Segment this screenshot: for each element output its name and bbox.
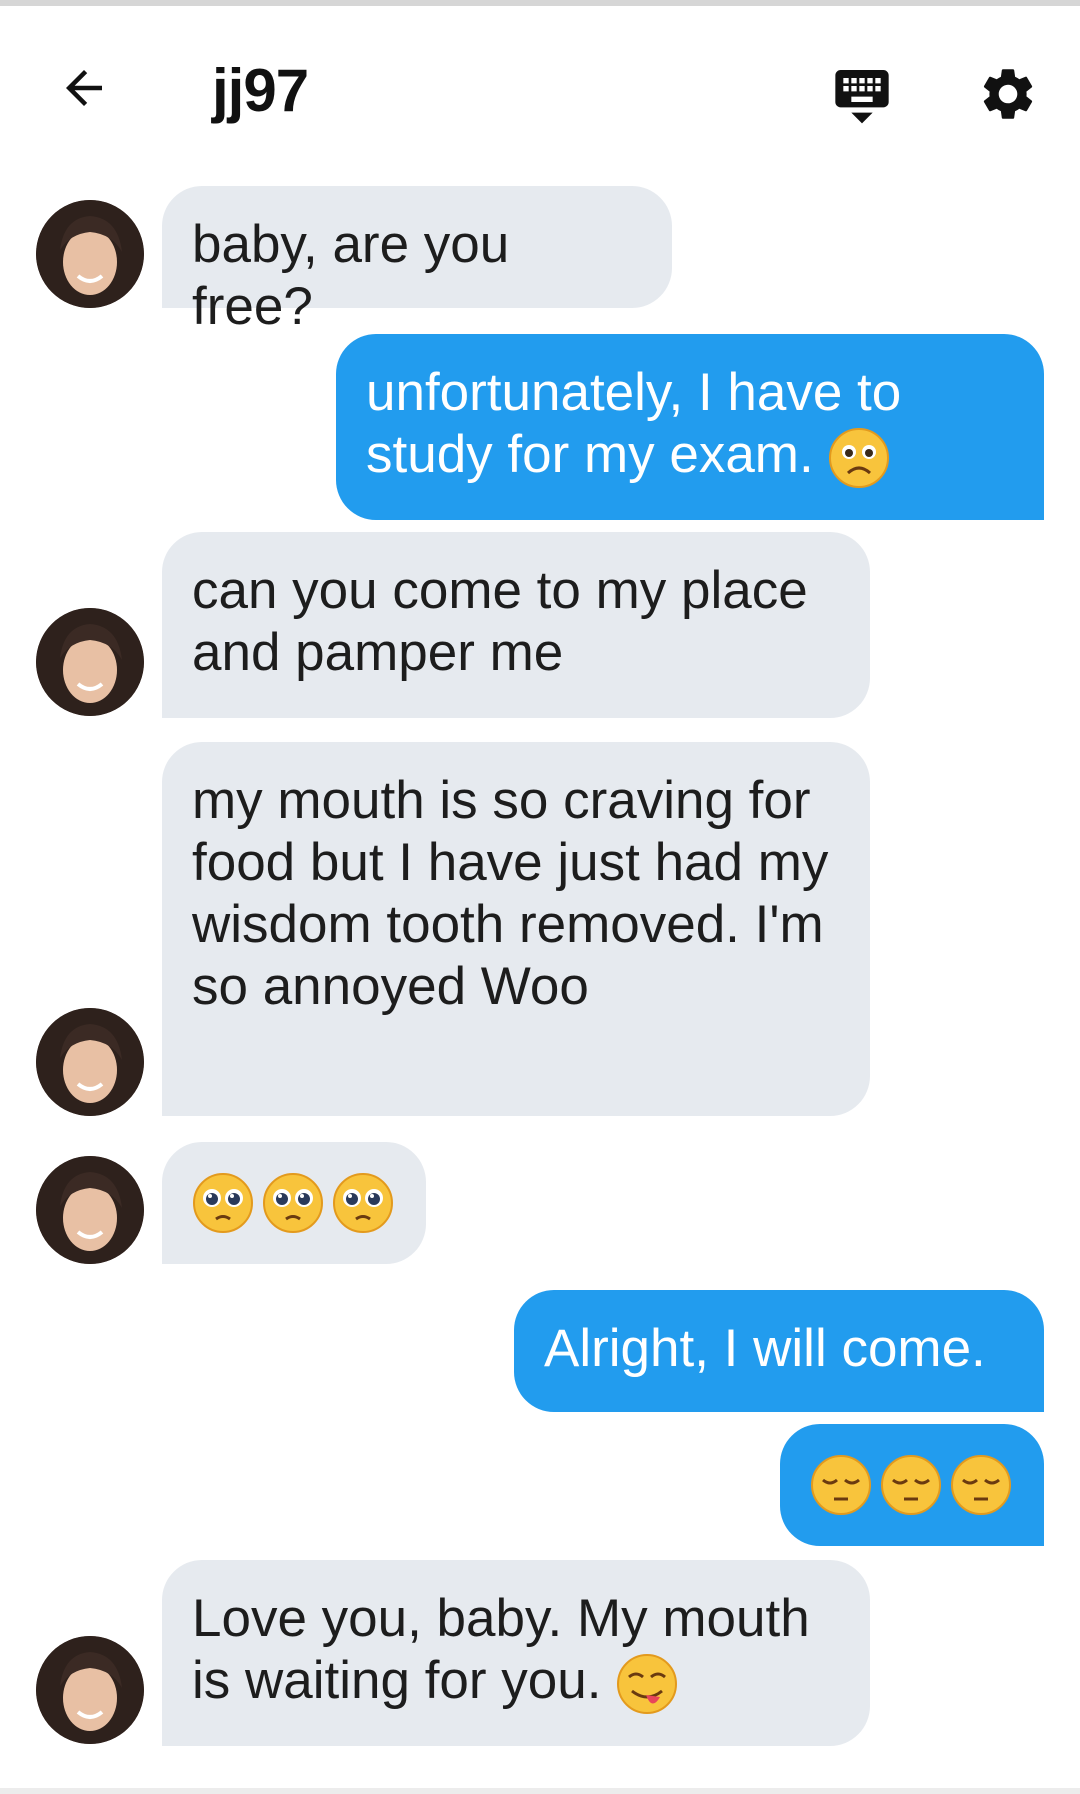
message-bubble-incoming[interactable] [162, 1142, 426, 1264]
chat-title[interactable]: jj97 [212, 56, 309, 126]
message-bubble-incoming[interactable]: baby, are you free? [162, 186, 672, 336]
chat-header: jj97 [0, 6, 1080, 176]
message-bubble-outgoing[interactable]: Alright, I will come. [514, 1290, 1044, 1412]
gear-icon [983, 69, 1033, 119]
pleading-face-emoji-icon [332, 1172, 394, 1234]
back-button[interactable] [52, 56, 116, 120]
pensive-face-emoji-icon [880, 1454, 942, 1516]
sender-avatar[interactable] [36, 1156, 144, 1264]
sender-avatar[interactable] [36, 1008, 144, 1116]
pensive-face-emoji-icon [810, 1454, 872, 1516]
savoring-food-emoji-icon [616, 1653, 678, 1715]
sender-avatar[interactable] [36, 1636, 144, 1744]
pleading-face-emoji-icon [192, 1172, 254, 1234]
message-bubble-outgoing[interactable] [780, 1424, 1044, 1546]
keyboard-toggle-button[interactable] [828, 60, 896, 128]
pensive-face-emoji-icon [950, 1454, 1012, 1516]
avatar-photo-icon [36, 1008, 144, 1116]
arrow-left-icon [66, 70, 102, 106]
frowning-face-emoji-icon [828, 427, 890, 489]
pleading-face-emoji-icon [262, 1172, 324, 1234]
message-text: baby, are you free? [192, 215, 510, 336]
message-text: can you come to my place and pamper me [192, 561, 808, 682]
settings-button[interactable] [974, 60, 1042, 128]
message-bubble-incoming[interactable]: my mouth is so craving for food but I ha… [162, 742, 870, 1116]
keyboard-hide-icon [835, 70, 889, 124]
message-text: Alright, I will come. [544, 1319, 986, 1378]
message-bubble-outgoing[interactable]: unfortunately, I have to study for my ex… [336, 334, 1044, 520]
message-bubble-incoming[interactable]: can you come to my place and pamper me [162, 532, 870, 718]
avatar-photo-icon [36, 1156, 144, 1264]
message-text: unfortunately, I have to study for my ex… [366, 363, 902, 484]
message-text: my mouth is so craving for food but I ha… [192, 771, 829, 1016]
message-text: Love you, baby. My mouth is waiting for … [192, 1589, 810, 1710]
message-bubble-incoming[interactable]: Love you, baby. My mouth is waiting for … [162, 1560, 870, 1746]
avatar-photo-icon [36, 200, 144, 308]
sender-avatar[interactable] [36, 608, 144, 716]
sender-avatar[interactable] [36, 200, 144, 308]
avatar-photo-icon [36, 608, 144, 716]
avatar-photo-icon [36, 1636, 144, 1744]
bottom-divider [0, 1788, 1080, 1794]
